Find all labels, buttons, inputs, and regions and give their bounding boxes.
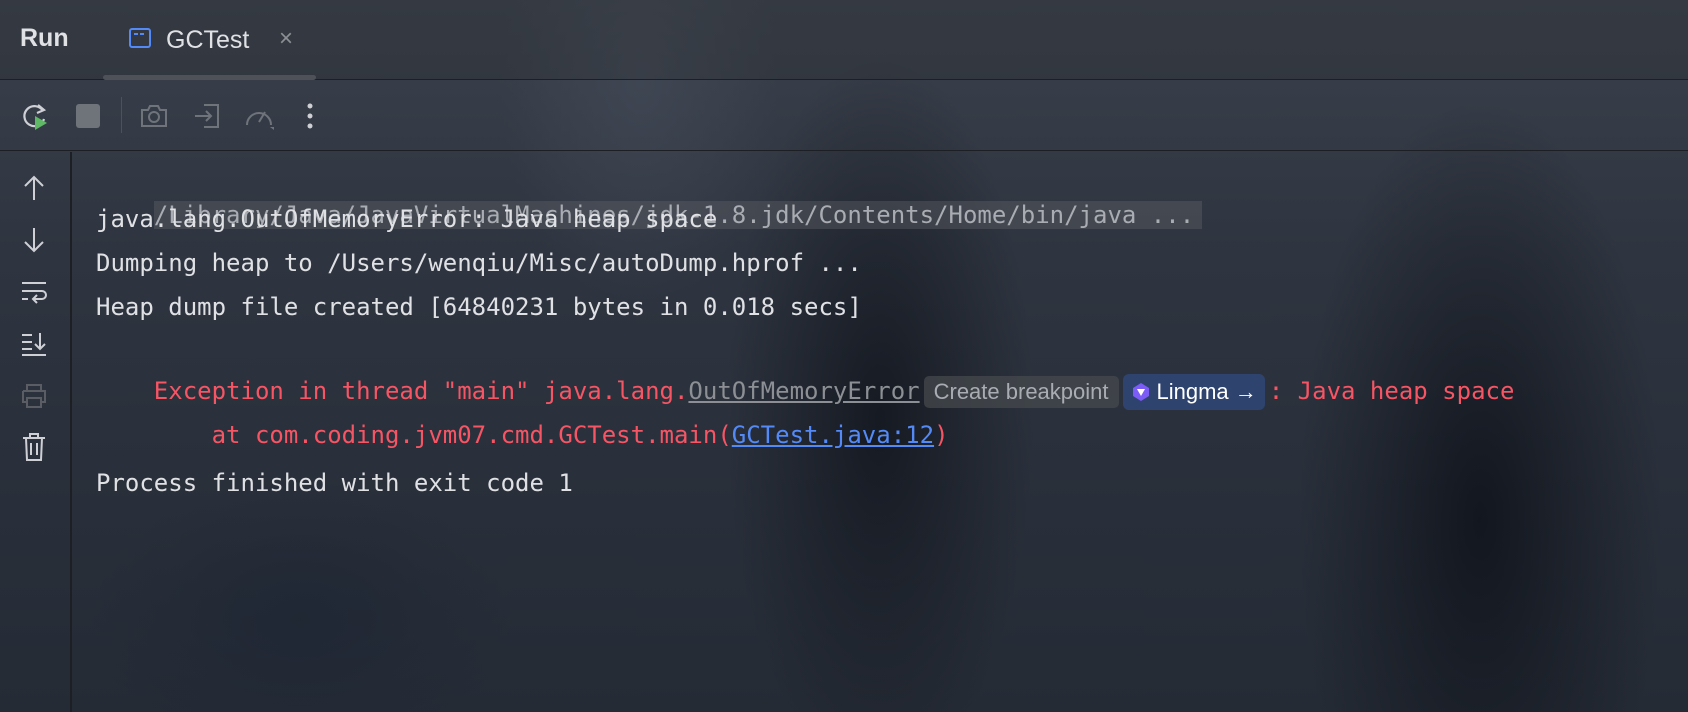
console-output[interactable]: /Library/Java/JavaVirtualMachines/jdk-1.…: [96, 152, 1676, 692]
lingma-button[interactable]: Lingma →: [1122, 374, 1265, 410]
scroll-to-end-icon[interactable]: [18, 328, 50, 360]
command-line[interactable]: /Library/Java/JavaVirtualMachines/jdk-1.…: [96, 155, 1203, 229]
rerun-icon[interactable]: [18, 99, 52, 133]
lingma-label: Lingma →: [1156, 379, 1257, 404]
import-icon[interactable]: [190, 99, 224, 133]
stack-trace-line: at com.coding.jvm07.cmd.GCTest.main(GCTe…: [96, 375, 949, 449]
console-gutter-toolbar: [0, 152, 72, 712]
tab-gctest[interactable]: GCTest ×: [103, 0, 316, 80]
stack-trace-suffix: ): [934, 421, 949, 449]
scroll-down-icon[interactable]: [18, 224, 50, 256]
exit-code-line: Process finished with exit code 1: [96, 469, 573, 497]
output-line: Heap dump file created [64840231 bytes i…: [96, 293, 862, 321]
tool-window-title: Run: [20, 24, 69, 52]
lingma-icon: [1132, 383, 1149, 401]
profiler-icon[interactable]: [242, 99, 276, 133]
more-options-icon[interactable]: [293, 99, 327, 133]
create-breakpoint-button[interactable]: Create breakpoint: [923, 376, 1119, 408]
output-line: java.lang.OutOfMemoryError: Java heap sp…: [96, 205, 718, 233]
toolbar-separator: [121, 97, 122, 133]
stop-icon[interactable]: [71, 99, 105, 133]
source-file-link[interactable]: GCTest.java:12: [732, 421, 934, 449]
print-icon[interactable]: [18, 380, 50, 412]
exception-suffix: : Java heap space: [1268, 377, 1515, 405]
soft-wrap-icon[interactable]: [18, 276, 50, 308]
scroll-up-icon[interactable]: [18, 172, 50, 204]
run-tool-window-header: Run GCTest ×: [0, 0, 1688, 80]
exception-line: Exception in thread "main" java.lang.Out…: [96, 331, 1514, 410]
close-icon[interactable]: ×: [275, 27, 297, 51]
stack-trace-prefix: at com.coding.jvm07.cmd.GCTest.main(: [153, 421, 732, 449]
tab-label: GCTest: [166, 26, 250, 54]
camera-icon[interactable]: [137, 99, 171, 133]
run-toolbar: [0, 81, 1688, 151]
console-window-icon: [129, 28, 151, 48]
active-tab-indicator: [103, 75, 316, 80]
clear-trash-icon[interactable]: [18, 431, 50, 463]
output-line: Dumping heap to /Users/wenqiu/Misc/autoD…: [96, 249, 862, 277]
